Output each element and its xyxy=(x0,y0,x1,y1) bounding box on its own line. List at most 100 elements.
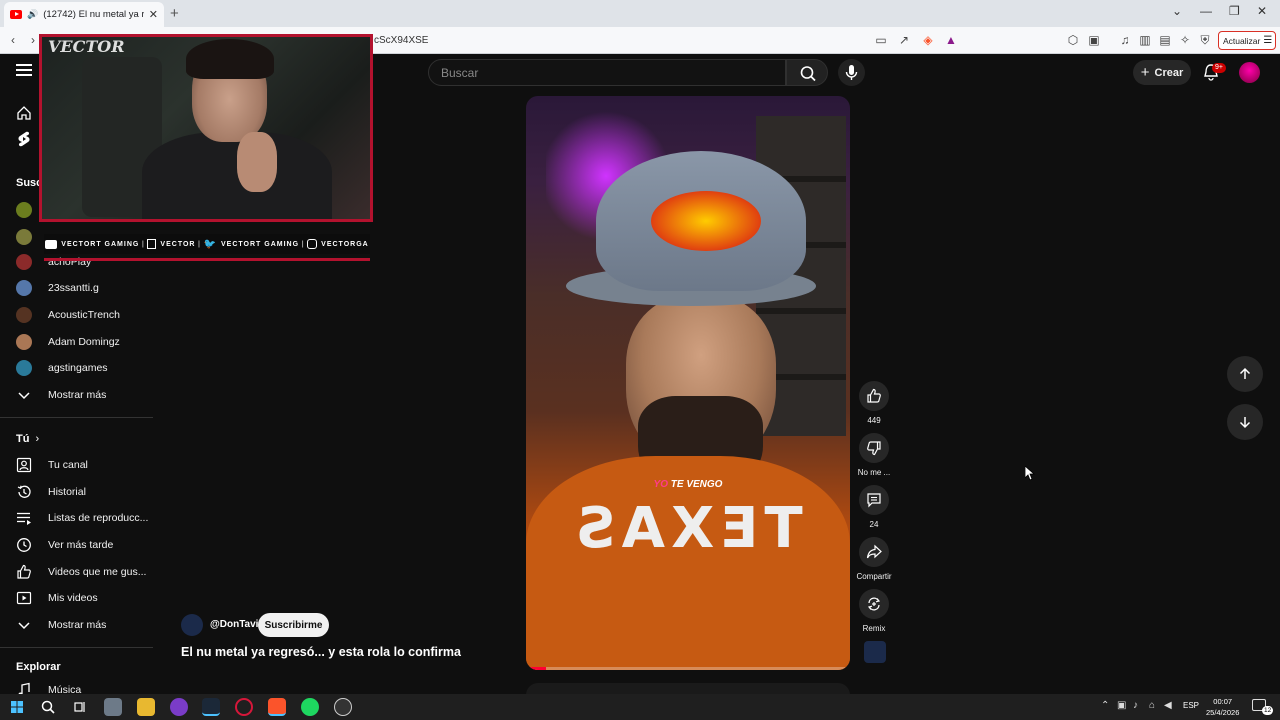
back-icon[interactable]: ‹ xyxy=(6,33,20,47)
file-explorer-icon[interactable] xyxy=(137,698,155,716)
remix-action[interactable]: Remix xyxy=(856,589,892,633)
wallet-icon[interactable]: ▤ xyxy=(1158,33,1172,47)
remix-button[interactable] xyxy=(859,589,889,619)
clock[interactable]: 00:07 25/4/2026 xyxy=(1206,696,1239,718)
you-section-heading[interactable]: Tú › xyxy=(16,433,39,445)
video-progress-bar[interactable] xyxy=(530,667,846,670)
menu-icon: ☰ xyxy=(1263,35,1273,46)
close-tab-icon[interactable]: ✕ xyxy=(149,8,158,21)
sidebar-show-more-you[interactable]: Mostrar más xyxy=(16,614,106,636)
comments-button[interactable] xyxy=(859,485,889,515)
social-label: VECTORGA xyxy=(321,240,369,248)
youtube-favicon-icon xyxy=(10,10,22,19)
search-button[interactable] xyxy=(786,59,828,86)
share-arrow-icon xyxy=(866,544,882,559)
steam-icon[interactable] xyxy=(202,698,220,716)
sidebar-item-your-channel[interactable]: Tu canal xyxy=(16,454,88,476)
channel-handle[interactable]: @DonTavi xyxy=(210,619,258,630)
share-button[interactable] xyxy=(859,537,889,567)
arrow-down-icon xyxy=(1239,417,1251,429)
new-tab-button[interactable]: + xyxy=(170,5,179,22)
browser-tab[interactable]: 🔊 (12742) El nu metal ya regresó ✕ xyxy=(4,2,164,27)
keyboard-language[interactable]: ESP xyxy=(1183,701,1199,710)
sidebar-icon[interactable]: ▥ xyxy=(1138,33,1152,47)
remix-icon xyxy=(867,597,881,611)
vector-logo: VECTOR xyxy=(48,37,125,56)
obs-icon[interactable] xyxy=(334,698,352,716)
short-video-player[interactable]: TEXAS YO TE VENGO xyxy=(526,96,850,670)
sidebar-item-liked-videos[interactable]: Videos que me gus... xyxy=(16,561,146,583)
comments-action[interactable]: 24 xyxy=(856,485,892,529)
channel-avatar xyxy=(16,229,32,245)
speaker-icon[interactable]: 🔊 xyxy=(27,9,38,20)
update-button[interactable]: Actualizar ☰ xyxy=(1218,31,1276,50)
media-icon[interactable]: ♫ xyxy=(1118,33,1132,47)
sidebar-item-playlists[interactable]: Listas de reproducc... xyxy=(16,507,148,529)
share-action[interactable]: Compartir xyxy=(856,537,892,581)
opera-icon[interactable] xyxy=(235,698,253,716)
like-action[interactable]: 449 xyxy=(856,381,892,425)
sidebar-item-watch-later[interactable]: Ver más tarde xyxy=(16,534,113,556)
sidebar-channel[interactable]: agstingames xyxy=(16,357,108,379)
video-caption: YO TE VENGO xyxy=(526,479,850,490)
tab-search-chevron-icon[interactable]: ⌄ xyxy=(1172,4,1182,18)
tray-app-icon[interactable]: ▣ xyxy=(1117,700,1126,711)
address-url[interactable]: cScX94XSE xyxy=(374,35,428,46)
like-button[interactable] xyxy=(859,381,889,411)
maximize-button[interactable]: ❐ xyxy=(1229,4,1240,18)
cast-icon[interactable]: ▭ xyxy=(874,33,888,47)
search-input[interactable] xyxy=(429,60,785,85)
separator: | xyxy=(301,240,305,248)
create-button[interactable]: + Crear xyxy=(1133,60,1191,85)
subscribe-button[interactable]: Suscribirme xyxy=(258,613,329,637)
task-view-icon[interactable] xyxy=(71,698,89,716)
sidebar-item-my-videos[interactable]: Mis videos xyxy=(16,587,98,609)
create-label: Crear xyxy=(1154,66,1184,79)
sidebar-channel[interactable]: 23ssantti.g xyxy=(16,277,99,299)
sidebar-channel[interactable]: Adam Domingz xyxy=(16,331,120,353)
sidebar-item-history[interactable]: Historial xyxy=(16,481,86,503)
brave-browser-icon[interactable] xyxy=(268,698,286,716)
previous-short-button[interactable] xyxy=(1227,356,1263,392)
forward-icon[interactable]: › xyxy=(26,33,40,47)
brave-shield-icon[interactable]: ◈ xyxy=(921,33,935,47)
close-window-button[interactable]: ✕ xyxy=(1257,4,1267,18)
extensions-icon[interactable]: ⬡ xyxy=(1066,33,1080,47)
social-twitch: VECTOR xyxy=(147,239,195,249)
channel-avatar[interactable] xyxy=(181,614,203,636)
sidebar-channel[interactable]: AcousticTrench xyxy=(16,304,120,326)
tabs-icon[interactable]: ▣ xyxy=(1087,33,1101,47)
app-icon[interactable] xyxy=(104,698,122,716)
voice-search-button[interactable] xyxy=(838,59,865,86)
sidebar-show-more-subs[interactable]: Mostrar más xyxy=(16,384,106,406)
sidebar-item-label: Videos que me gus... xyxy=(48,566,147,578)
channel-thumbnail[interactable] xyxy=(864,641,886,663)
home-icon xyxy=(16,105,32,121)
minimize-button[interactable]: — xyxy=(1200,4,1212,18)
microphone-icon[interactable]: ♪ xyxy=(1133,700,1138,711)
tray-chevron-up-icon[interactable]: ⌃ xyxy=(1101,700,1109,711)
dislike-action[interactable]: No me ... xyxy=(856,433,892,477)
vpn-icon[interactable]: ⛨ xyxy=(1198,33,1212,47)
leo-ai-icon[interactable]: ✧ xyxy=(1178,33,1192,47)
dislike-button[interactable] xyxy=(859,433,889,463)
discord-icon[interactable] xyxy=(170,698,188,716)
channel-name: Adam Domingz xyxy=(48,336,120,348)
guide-menu-icon[interactable] xyxy=(16,64,32,78)
sidebar-divider xyxy=(0,417,153,418)
account-avatar[interactable] xyxy=(1239,62,1260,83)
channel-avatar xyxy=(16,280,32,296)
share-icon[interactable]: ↗ xyxy=(897,33,911,47)
next-short-button[interactable] xyxy=(1227,404,1263,440)
brave-rewards-icon[interactable]: ▲ xyxy=(944,33,958,47)
search-icon xyxy=(800,66,816,82)
thumbs-up-icon xyxy=(867,388,881,403)
spotify-icon[interactable] xyxy=(301,698,319,716)
thumbs-up-icon xyxy=(16,564,32,580)
search-icon[interactable] xyxy=(39,698,57,716)
search-box[interactable] xyxy=(428,59,786,86)
volume-icon[interactable]: ◀ xyxy=(1164,700,1172,711)
sidebar-channel[interactable]: achoPlay xyxy=(16,251,91,273)
network-icon[interactable]: ⌂ xyxy=(1149,700,1155,711)
windows-start-icon[interactable] xyxy=(8,698,26,716)
